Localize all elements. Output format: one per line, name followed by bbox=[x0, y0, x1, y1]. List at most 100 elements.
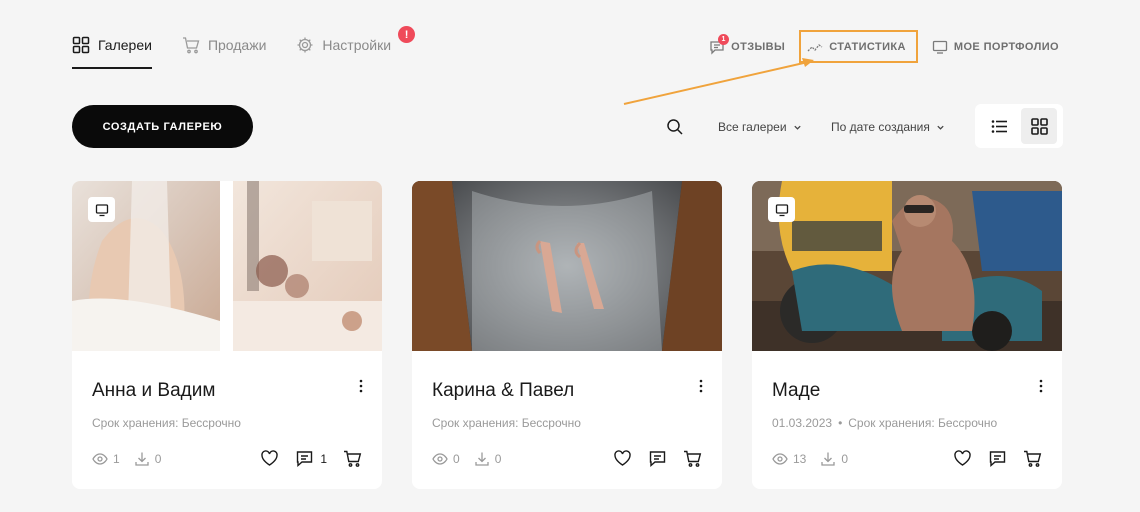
gallery-actions bbox=[953, 449, 1042, 468]
heart-icon bbox=[614, 450, 631, 466]
downloads-stat: 0 bbox=[820, 451, 848, 467]
search-icon[interactable] bbox=[666, 118, 684, 136]
cart-button[interactable] bbox=[683, 449, 702, 468]
bridal-shoes-photo bbox=[412, 181, 722, 351]
cart-icon bbox=[182, 37, 200, 54]
annotation-arrow bbox=[623, 58, 814, 105]
portfolio-label: МОЕ ПОРТФОЛИО bbox=[953, 40, 1059, 53]
gallery-filter-label: Все галереи bbox=[718, 120, 787, 134]
chevron-down-icon bbox=[793, 125, 801, 130]
downloads-count: 0 bbox=[494, 452, 502, 466]
meta-separator: • bbox=[838, 416, 843, 430]
comment-icon bbox=[297, 451, 313, 468]
gallery-card[interactable]: Анна и Вадим Срок хранения: Бессрочно 1 … bbox=[72, 181, 382, 489]
downloads-stat: 0 bbox=[474, 451, 502, 467]
cart-button[interactable] bbox=[343, 449, 362, 468]
sort-dropdown[interactable]: По дате создания bbox=[831, 120, 945, 134]
views-count: 1 bbox=[113, 452, 120, 466]
gallery-title[interactable]: Карина & Павел bbox=[432, 380, 574, 402]
gallery-meta: Срок хранения: Бессрочно bbox=[432, 416, 581, 430]
tab-galleries[interactable]: Галереи bbox=[72, 34, 152, 69]
tab-sales-label: Продажи bbox=[207, 37, 267, 53]
views-stat: 0 bbox=[432, 451, 460, 467]
chevron-down-icon bbox=[937, 125, 944, 130]
gallery-title[interactable]: Анна и Вадим bbox=[92, 380, 215, 402]
trend-line-icon bbox=[807, 43, 823, 51]
tab-sales[interactable]: Продажи bbox=[182, 34, 266, 56]
comment-icon bbox=[649, 451, 666, 468]
comments-button[interactable] bbox=[988, 449, 1007, 468]
like-button[interactable] bbox=[260, 449, 279, 468]
gallery-actions bbox=[613, 449, 702, 468]
heart-icon bbox=[261, 450, 279, 466]
like-button[interactable] bbox=[953, 449, 972, 468]
device-badge bbox=[88, 197, 115, 222]
more-vertical-icon[interactable] bbox=[1038, 379, 1044, 393]
portfolio-link[interactable]: МОЕ ПОРТФОЛИО bbox=[930, 32, 1061, 62]
comments-button[interactable] bbox=[648, 449, 667, 468]
comments-button[interactable]: 1 bbox=[295, 449, 327, 468]
gallery-date: 01.03.2023 bbox=[772, 416, 833, 430]
cart-icon bbox=[684, 450, 702, 467]
gallery-stats: 13 0 bbox=[772, 451, 848, 467]
heart-icon bbox=[954, 450, 971, 466]
gallery-meta: Срок хранения: Бессрочно bbox=[92, 416, 241, 430]
cart-button[interactable] bbox=[1023, 449, 1042, 468]
gallery-cover bbox=[412, 181, 722, 351]
downloads-count: 0 bbox=[154, 452, 162, 466]
grid-icon bbox=[1030, 117, 1048, 135]
reviews-icon-wrap: 1 bbox=[709, 33, 730, 55]
eye-icon bbox=[432, 453, 448, 465]
eye-icon bbox=[92, 453, 108, 465]
create-gallery-button[interactable]: СОЗДАТЬ ГАЛЕРЕЮ bbox=[72, 105, 253, 148]
views-count: 13 bbox=[793, 452, 807, 466]
more-vertical-icon[interactable] bbox=[698, 379, 704, 393]
main-nav: Галереи Продажи Настройки ! bbox=[72, 26, 416, 69]
list-icon bbox=[991, 119, 1007, 133]
eye-icon bbox=[772, 453, 788, 465]
downloads-count: 0 bbox=[841, 452, 849, 466]
grid-icon bbox=[72, 36, 90, 54]
grid-view-button[interactable] bbox=[1021, 108, 1057, 144]
gallery-card[interactable]: Маде 01.03.2023 • Срок хранения: Бессроч… bbox=[752, 181, 1062, 489]
statistics-label: СТАТИСТИКА bbox=[829, 40, 906, 53]
gallery-meta: 01.03.2023 • Срок хранения: Бессрочно bbox=[772, 416, 997, 430]
views-stat: 13 bbox=[772, 451, 806, 467]
more-vertical-icon[interactable] bbox=[358, 379, 364, 393]
downloads-stat: 0 bbox=[134, 451, 162, 467]
views-count: 0 bbox=[453, 452, 460, 466]
reviews-badge: 1 bbox=[718, 33, 730, 45]
gallery-title[interactable]: Маде bbox=[772, 380, 820, 402]
settings-alert-badge: ! bbox=[398, 26, 416, 43]
download-icon bbox=[135, 452, 149, 466]
wedding-photo-collage bbox=[72, 181, 382, 351]
cart-icon bbox=[344, 450, 362, 467]
views-stat: 1 bbox=[92, 451, 120, 467]
download-icon bbox=[821, 452, 836, 466]
gallery-card[interactable]: Карина & Павел Срок хранения: Бессрочно … bbox=[412, 181, 722, 489]
storage-period: Срок хранения: Бессрочно bbox=[848, 416, 998, 430]
tab-settings[interactable]: Настройки ! bbox=[296, 26, 416, 56]
gallery-filter-dropdown[interactable]: Все галереи bbox=[718, 120, 802, 134]
gallery-stats: 0 0 bbox=[432, 451, 501, 467]
monitor-icon bbox=[95, 203, 108, 216]
download-icon bbox=[475, 452, 489, 466]
view-toggle bbox=[975, 104, 1063, 148]
gallery-cover bbox=[752, 181, 1062, 351]
cart-icon bbox=[1024, 450, 1042, 467]
comments-count: 1 bbox=[320, 451, 327, 466]
like-button[interactable] bbox=[613, 449, 632, 468]
gallery-cover bbox=[72, 181, 382, 351]
reviews-label: ОТЗЫВЫ bbox=[731, 40, 786, 53]
comment-icon bbox=[989, 451, 1006, 468]
storage-period: Срок хранения: Бессрочно bbox=[92, 416, 241, 430]
list-view-button[interactable] bbox=[987, 114, 1011, 138]
storage-period: Срок хранения: Бессрочно bbox=[432, 416, 581, 430]
device-badge bbox=[768, 197, 795, 222]
sort-label: По дате создания bbox=[831, 120, 930, 134]
gallery-actions: 1 bbox=[260, 449, 362, 468]
tab-galleries-label: Галереи bbox=[98, 37, 152, 53]
tab-settings-label: Настройки bbox=[322, 37, 392, 53]
monitor-icon bbox=[932, 40, 948, 54]
gallery-stats: 1 0 bbox=[92, 451, 161, 467]
